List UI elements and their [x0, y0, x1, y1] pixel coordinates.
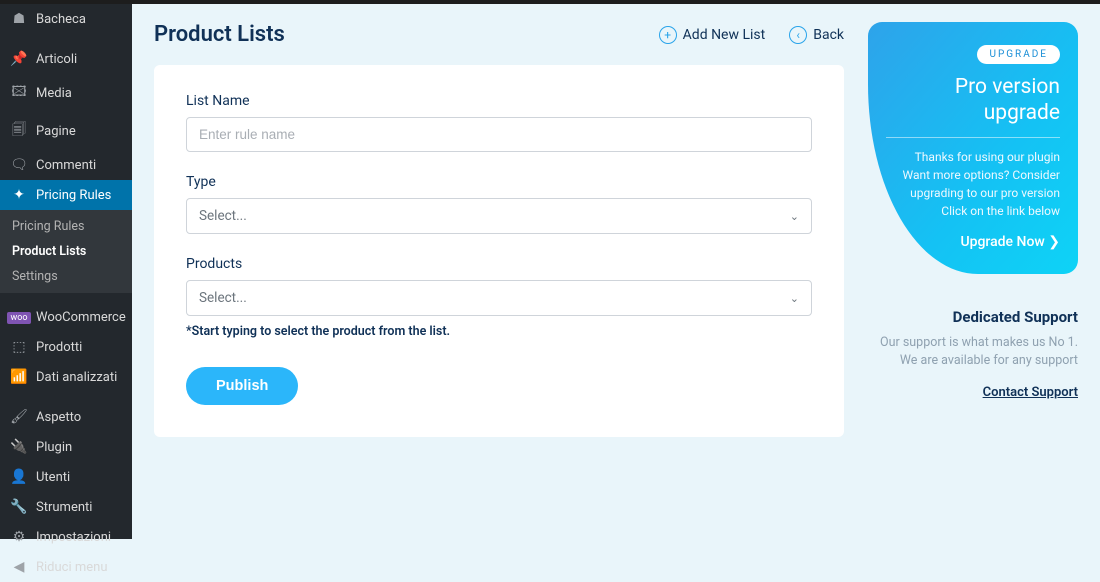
upgrade-badge: UPGRADE [977, 45, 1060, 64]
chevron-down-icon: ⌄ [790, 210, 799, 223]
comment-icon: 🗨 [10, 157, 28, 173]
page-title: Product Lists [154, 22, 285, 47]
chevron-down-icon: ⌄ [790, 292, 799, 305]
contact-support-link[interactable]: Contact Support [983, 385, 1078, 400]
sidebar-item-appearance[interactable]: 🖌 Aspetto [0, 402, 132, 432]
sidebar-item-dashboard[interactable]: ☗ Bacheca [0, 4, 132, 34]
sidebar-item-label: Pagine [36, 124, 76, 139]
type-select[interactable]: Select... ⌄ [186, 198, 812, 234]
sidebar-item-label: Riduci menu [36, 560, 108, 575]
sidebar-item-label: Media [36, 86, 72, 101]
pin-icon: 📌 [10, 51, 28, 67]
admin-sidebar: ☗ Bacheca 📌 Articoli 🖾 Media 🗐 Pagine 🗨 … [0, 4, 132, 539]
sidebar-item-tools[interactable]: 🔧 Strumenti [0, 492, 132, 522]
sidebar-item-label: Plugin [36, 440, 72, 455]
collapse-icon: ◀ [10, 559, 28, 575]
submenu-settings[interactable]: Settings [0, 264, 132, 289]
dashboard-icon: ☗ [10, 11, 28, 27]
submenu-product-lists[interactable]: Product Lists [0, 239, 132, 264]
type-label: Type [186, 174, 812, 190]
sidebar-item-products[interactable]: ⬚ Prodotti [0, 332, 132, 362]
upgrade-text-line4: Click on the link below [886, 202, 1060, 220]
sidebar-item-label: Utenti [36, 470, 70, 485]
publish-button[interactable]: Publish [186, 367, 298, 405]
sidebar-item-posts[interactable]: 📌 Articoli [0, 44, 132, 74]
sliders-icon: ⚙ [10, 529, 28, 545]
sidebar-item-analytics[interactable]: 📶 Dati analizzati [0, 362, 132, 392]
products-label: Products [186, 256, 812, 272]
user-icon: 👤 [10, 469, 28, 485]
support-text: Our support is what makes us No 1. We ar… [868, 334, 1078, 372]
sidebar-item-users[interactable]: 👤 Utenti [0, 462, 132, 492]
add-new-label: Add New List [683, 27, 766, 43]
sidebar-item-label: Aspetto [36, 410, 81, 425]
page-icon: 🗐 [10, 119, 28, 143]
sidebar-item-media[interactable]: 🖾 Media [0, 74, 132, 112]
sidebar-item-label: Dati analizzati [36, 370, 117, 385]
back-label: Back [813, 27, 844, 43]
sidebar-item-label: Commenti [36, 158, 96, 173]
wrench-icon: 🔧 [10, 499, 28, 515]
sidebar-item-label: Bacheca [36, 12, 86, 27]
box-icon: ⬚ [10, 339, 28, 355]
upgrade-now-link[interactable]: Upgrade Now ❯ [960, 234, 1060, 250]
plus-icon: + [659, 26, 677, 44]
sidebar-item-pricing-rules[interactable]: ✦ Pricing Rules [0, 180, 132, 210]
sidebar-submenu: Pricing Rules Product Lists Settings [0, 210, 132, 293]
sidebar-item-pages[interactable]: 🗐 Pagine [0, 112, 132, 150]
back-button[interactable]: ‹ Back [789, 26, 844, 44]
woo-icon: woo [10, 312, 28, 324]
tag-icon: ✦ [10, 187, 28, 203]
sidebar-item-label: Articoli [36, 52, 77, 67]
upgrade-title-line1: Pro version [955, 75, 1060, 99]
brush-icon: 🖌 [10, 409, 28, 425]
sidebar-item-label: Pricing Rules [36, 188, 111, 203]
sidebar-item-woocommerce[interactable]: woo WooCommerce [0, 303, 132, 332]
sidebar-item-label: WooCommerce [36, 310, 126, 325]
products-select[interactable]: Select... ⌄ [186, 280, 812, 316]
plug-icon: 🔌 [10, 439, 28, 455]
upgrade-text-line3: upgrading to our pro version [886, 184, 1060, 202]
back-arrow-icon: ‹ [789, 26, 807, 44]
content-area: Product Lists + Add New List ‹ Back List… [132, 4, 1100, 539]
upgrade-text-line2: Want more options? Consider [886, 166, 1060, 184]
submenu-pricing-rules[interactable]: Pricing Rules [0, 214, 132, 239]
list-name-label: List Name [186, 93, 812, 109]
chart-icon: 📶 [10, 369, 28, 385]
sidebar-item-label: Prodotti [36, 340, 82, 355]
sidebar-item-label: Impostazioni [36, 530, 111, 545]
sidebar-item-settings[interactable]: ⚙ Impostazioni [0, 522, 132, 552]
products-hint: *Start typing to select the product from… [186, 324, 812, 339]
upgrade-text-line1: Thanks for using our plugin [886, 148, 1060, 166]
media-icon: 🖾 [10, 81, 28, 105]
sidebar-item-collapse[interactable]: ◀ Riduci menu [0, 552, 132, 582]
sidebar-item-comments[interactable]: 🗨 Commenti [0, 150, 132, 180]
sidebar-item-plugins[interactable]: 🔌 Plugin [0, 432, 132, 462]
upgrade-card: UPGRADE Pro version upgrade Thanks for u… [868, 22, 1078, 274]
upgrade-title-line2: upgrade [984, 101, 1060, 125]
support-title: Dedicated Support [868, 308, 1078, 326]
type-placeholder: Select... [199, 208, 247, 224]
sidebar-item-label: Strumenti [36, 500, 92, 515]
products-placeholder: Select... [199, 290, 247, 306]
add-new-list-button[interactable]: + Add New List [659, 26, 766, 44]
list-name-input[interactable] [186, 117, 812, 152]
support-block: Dedicated Support Our support is what ma… [868, 308, 1078, 401]
form-card: List Name Type Select... ⌄ Products Sele… [154, 65, 844, 437]
